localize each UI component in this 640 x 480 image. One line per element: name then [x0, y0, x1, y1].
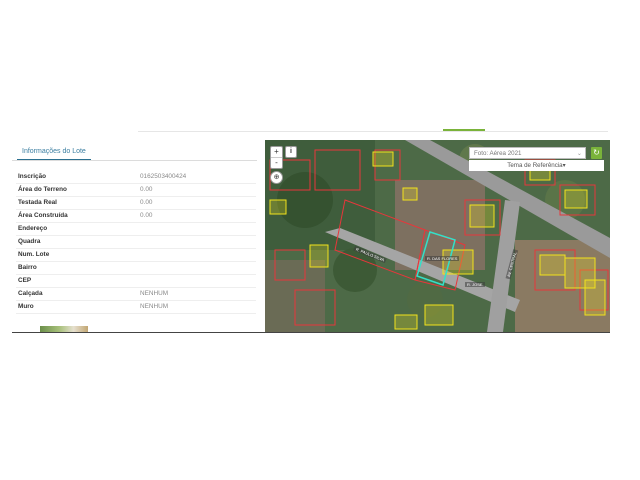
row-label: Num. Lote [18, 251, 50, 258]
row-label: Bairro [18, 264, 37, 271]
table-row: Área do Terreno 0.00 [16, 184, 256, 197]
zoom-in-button[interactable]: + [271, 147, 282, 157]
section-divider [12, 332, 610, 333]
basemap-select[interactable]: Foto: Aérea 2021 ⌄ [469, 147, 586, 159]
row-label: Calçada [18, 290, 43, 297]
row-label: Inscrição [18, 173, 47, 180]
chevron-down-icon: ⌄ [576, 150, 582, 157]
street-label: R. DAS FLORES [425, 256, 460, 261]
reference-theme-dropdown[interactable]: Tema de Referência▾ [469, 160, 604, 171]
lot-info-table: Inscrição 0162503400424 Área do Terreno 0.0… [16, 171, 256, 314]
table-row: Muro NENHUM [16, 301, 256, 314]
row-label: Área do Terreno [18, 186, 67, 193]
info-icon[interactable]: i [285, 146, 297, 158]
basemap-select-value: Foto: Aérea 2021 [474, 150, 522, 157]
lot-info-panel: Informações do Lote Inscrição 01625034004… [12, 140, 257, 314]
table-row: Área Construída 0.00 [16, 210, 256, 223]
row-value: NENHUM [140, 290, 169, 297]
row-label: Muro [18, 303, 34, 310]
row-label: Área Construída [18, 212, 68, 219]
street-label: R. JOSE [465, 282, 485, 287]
header-divider [138, 131, 608, 132]
tab-divider [12, 160, 257, 161]
row-value: NENHUM [140, 303, 169, 310]
zoom-control: + - [270, 146, 283, 169]
table-row: Bairro [16, 262, 256, 275]
zoom-out-button[interactable]: - [271, 157, 282, 168]
crosshair-icon[interactable]: ⊕ [270, 171, 283, 184]
aerial-map[interactable]: R. PAULO SILVA R. DAS FLORES AV. CENTRAL… [265, 140, 610, 332]
table-row: Inscrição 0162503400424 [16, 171, 256, 184]
table-row: CEP [16, 275, 256, 288]
active-tab-indicator [443, 129, 485, 131]
row-value: 0.00 [140, 199, 153, 206]
table-row: Endereço [16, 223, 256, 236]
row-label: Endereço [18, 225, 48, 232]
table-row: Calçada NENHUM [16, 288, 256, 301]
row-label: Quadra [18, 238, 41, 245]
row-value: 0162503400424 [140, 173, 187, 180]
row-label: Testada Real [18, 199, 57, 206]
table-row: Quadra [16, 236, 256, 249]
row-value: 0.00 [140, 212, 153, 219]
table-row: Testada Real 0.00 [16, 197, 256, 210]
tab-lot-info[interactable]: Informações do Lote [17, 146, 91, 160]
refresh-icon[interactable]: ↻ [591, 147, 602, 159]
table-row: Num. Lote [16, 249, 256, 262]
row-label: CEP [18, 277, 32, 284]
row-value: 0.00 [140, 186, 153, 193]
